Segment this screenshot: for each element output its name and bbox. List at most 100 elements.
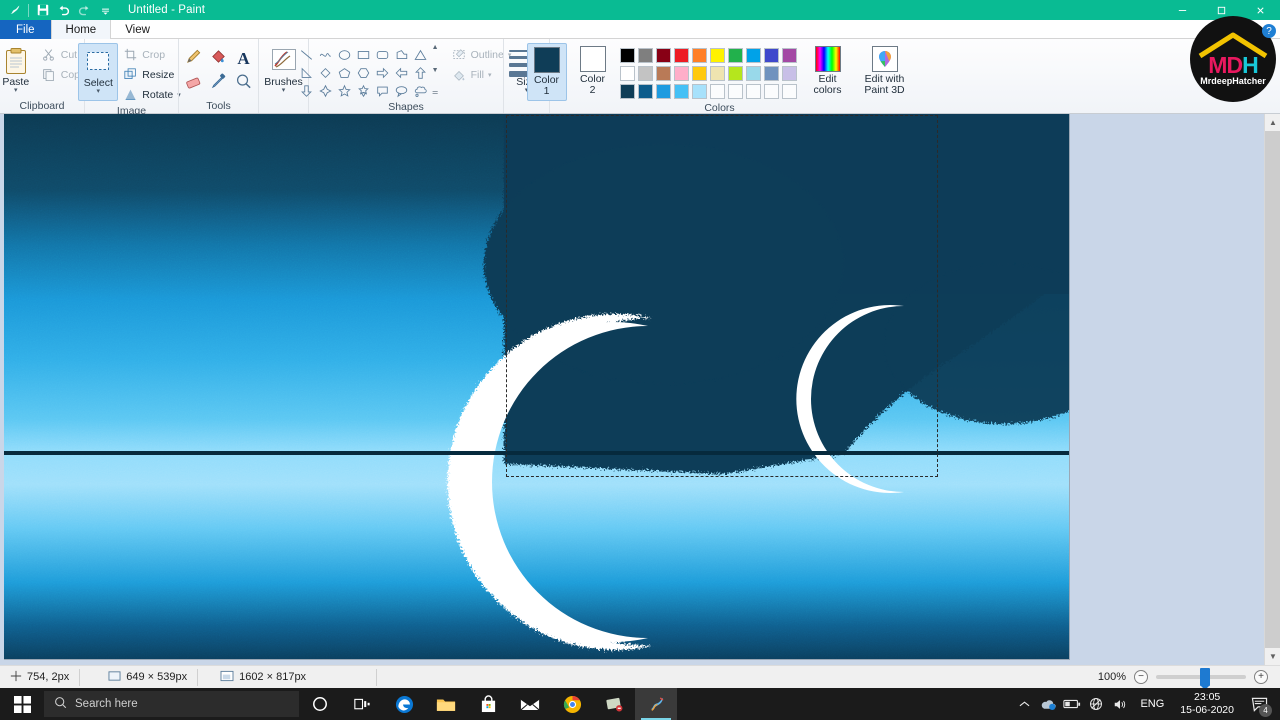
volume-icon[interactable] [1108,688,1132,720]
palette-swatch-3-6[interactable] [709,82,727,100]
left-arrow-shape[interactable] [392,64,411,82]
edit-colors-button[interactable]: Edit colors [805,43,851,101]
clock[interactable]: 23:05 15-06-2020 [1172,688,1242,720]
zoom-slider-thumb[interactable] [1200,668,1210,690]
notification-center-button[interactable]: 4 [1242,688,1276,720]
text-tool[interactable]: A [231,46,256,71]
palette-swatch-3-10[interactable] [781,82,799,100]
palette-swatch-1-8[interactable] [745,46,763,64]
polygon-shape[interactable] [392,46,411,64]
color2-button[interactable]: Color 2 [573,43,613,101]
palette-swatch-3-8[interactable] [745,82,763,100]
scrollbar-track[interactable] [1265,131,1280,648]
battery-icon[interactable] [1060,688,1084,720]
palette-swatch-3-3[interactable] [655,82,673,100]
palette-swatch-2-1[interactable] [619,64,637,82]
file-explorer-icon[interactable] [425,688,467,720]
redo-icon[interactable] [74,1,95,20]
scroll-up-icon[interactable]: ▲ [1265,114,1280,131]
eraser-tool[interactable] [181,71,206,96]
snipping-tool-icon[interactable] [593,688,635,720]
save-icon[interactable] [32,1,53,20]
shapes-expand-icon[interactable]: ⚌ [432,89,439,97]
down-arrow-shape[interactable] [297,82,316,100]
paste-button[interactable]: Paste ▾ [0,43,37,94]
rotate-button[interactable]: Rotate ▾ [120,85,184,104]
edit-with-paint3d-button[interactable]: Edit with Paint 3D [857,43,913,101]
minimize-button[interactable] [1163,0,1202,20]
palette-swatch-1-5[interactable] [691,46,709,64]
palette-swatch-1-7[interactable] [727,46,745,64]
help-button[interactable]: ? [1262,24,1276,38]
cloud-callout-shape[interactable] [411,82,430,100]
color1-button[interactable]: Color 1 [526,43,567,101]
palette-swatch-2-5[interactable] [691,64,709,82]
palette-swatch-3-5[interactable] [691,82,709,100]
tab-view[interactable]: View [111,20,164,39]
search-input[interactable]: Search here [44,691,299,717]
select-button[interactable]: Select ▾ [78,43,119,101]
task-view-icon[interactable] [341,688,383,720]
palette-swatch-3-2[interactable] [637,82,655,100]
palette-swatch-2-2[interactable] [637,64,655,82]
select-caret-icon[interactable]: ▾ [97,88,101,95]
paint-canvas[interactable] [4,114,1070,660]
palette-swatch-2-3[interactable] [655,64,673,82]
triangle-shape[interactable] [411,46,430,64]
rectangle-shape[interactable] [354,46,373,64]
zoom-in-button[interactable]: + [1254,670,1268,684]
line-shape[interactable] [297,46,316,64]
tab-home[interactable]: Home [50,20,112,39]
brushes-caret-icon[interactable]: ▾ [282,87,286,94]
paste-caret-icon[interactable]: ▾ [14,87,18,94]
six-point-star-shape[interactable] [354,82,373,100]
right-arrow-shape[interactable] [373,64,392,82]
palette-swatch-1-3[interactable] [655,46,673,64]
fill-caret-icon[interactable]: ▾ [488,71,492,79]
fill-tool[interactable] [206,46,231,71]
color-palette[interactable] [619,43,799,100]
resize-button[interactable]: Resize [120,65,184,84]
shapes-scroll-up-icon[interactable]: ▲ [432,44,439,52]
undo-icon[interactable] [53,1,74,20]
palette-swatch-3-1[interactable] [619,82,637,100]
shapes-scroll-controls[interactable]: ▲ ▼ ⚌ [430,43,441,97]
crop-button[interactable]: Crop [120,45,184,64]
hexagon-shape[interactable] [354,64,373,82]
paint-taskbar-icon[interactable] [635,688,677,720]
oval-shape[interactable] [335,46,354,64]
close-button[interactable] [1241,0,1280,20]
edge-icon[interactable] [383,688,425,720]
diamond-shape[interactable] [316,64,335,82]
vertical-scrollbar[interactable]: ▲ ▼ [1264,114,1280,665]
palette-swatch-2-7[interactable] [727,64,745,82]
right-triangle-shape[interactable] [297,64,316,82]
pentagon-shape[interactable] [335,64,354,82]
zoom-slider[interactable] [1156,668,1246,690]
palette-swatch-2-10[interactable] [781,64,799,82]
palette-swatch-3-7[interactable] [727,82,745,100]
palette-swatch-3-9[interactable] [763,82,781,100]
palette-swatch-3-4[interactable] [673,82,691,100]
start-button[interactable] [0,688,44,720]
palette-swatch-2-8[interactable] [745,64,763,82]
palette-swatch-1-4[interactable] [673,46,691,64]
four-point-star-shape[interactable] [316,82,335,100]
chrome-icon[interactable] [551,688,593,720]
tab-file[interactable]: File [0,20,51,39]
oval-callout-shape[interactable] [392,82,411,100]
paint-icon[interactable] [4,1,25,20]
palette-swatch-2-9[interactable] [763,64,781,82]
pencil-tool[interactable] [181,46,206,71]
cortana-icon[interactable] [299,688,341,720]
rounded-callout-shape[interactable] [373,82,392,100]
five-point-star-shape[interactable] [335,82,354,100]
language-indicator[interactable]: ENG [1132,698,1172,710]
palette-swatch-2-4[interactable] [673,64,691,82]
color-picker-tool[interactable] [206,71,231,96]
palette-swatch-1-9[interactable] [763,46,781,64]
palette-swatch-1-10[interactable] [781,46,799,64]
microsoft-store-icon[interactable] [467,688,509,720]
palette-swatch-1-6[interactable] [709,46,727,64]
palette-swatch-1-1[interactable] [619,46,637,64]
